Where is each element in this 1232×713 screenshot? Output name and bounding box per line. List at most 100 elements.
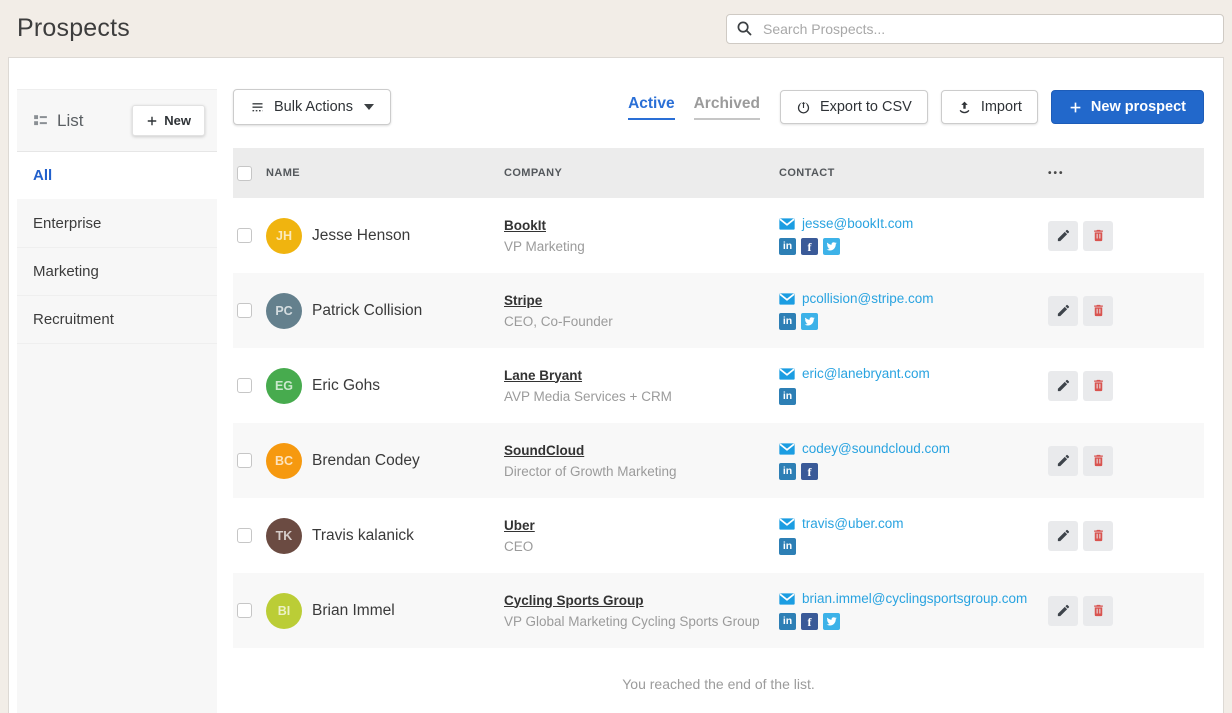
twitter-bird-icon (826, 241, 837, 252)
edit-button[interactable] (1048, 596, 1078, 626)
row-checkbox[interactable] (237, 228, 252, 243)
email-icon (779, 218, 795, 230)
email-link[interactable]: codey@soundcloud.com (802, 441, 950, 456)
avatar-initials: BC (275, 454, 293, 468)
tab-active[interactable]: Active (628, 95, 675, 120)
trash-icon (1091, 378, 1106, 393)
chevron-down-icon (364, 104, 374, 110)
facebook-icon[interactable]: f (801, 238, 818, 255)
edit-button[interactable] (1048, 296, 1078, 326)
social-row: in (779, 313, 1048, 330)
facebook-icon[interactable]: f (801, 463, 818, 480)
edit-button[interactable] (1048, 521, 1078, 551)
avatar: JH (266, 218, 302, 254)
new-list-button[interactable]: New (132, 105, 205, 136)
sidebar-item-enterprise[interactable]: Enterprise (17, 200, 217, 248)
company-link[interactable]: SoundCloud (504, 443, 779, 458)
bulk-actions-icon (250, 100, 265, 115)
prospect-name: Jesse Henson (312, 227, 410, 245)
avatar: PC (266, 293, 302, 329)
column-header-contact: CONTACT (779, 167, 1048, 179)
linkedin-icon[interactable]: in (779, 613, 796, 630)
table-row: TK Travis kalanick Uber CEO travis@uber.… (233, 498, 1204, 573)
tab-archived[interactable]: Archived (694, 95, 760, 120)
company-link[interactable]: Uber (504, 518, 779, 533)
email-link[interactable]: eric@lanebryant.com (802, 366, 930, 381)
row-checkbox[interactable] (237, 453, 252, 468)
email-link[interactable]: travis@uber.com (802, 516, 904, 531)
edit-button[interactable] (1048, 221, 1078, 251)
sidebar-item-recruitment[interactable]: Recruitment (17, 296, 217, 344)
linkedin-icon[interactable]: in (779, 538, 796, 555)
edit-button[interactable] (1048, 371, 1078, 401)
trash-icon (1091, 528, 1106, 543)
new-prospect-button[interactable]: New prospect (1051, 90, 1204, 124)
top-bar: Prospects (0, 0, 1232, 57)
search-input[interactable] (726, 14, 1224, 44)
linkedin-icon[interactable]: in (779, 238, 796, 255)
avatar: BC (266, 443, 302, 479)
twitter-bird-icon (826, 616, 837, 627)
email-icon (779, 593, 795, 605)
twitter-icon[interactable] (823, 238, 840, 255)
email-link[interactable]: jesse@bookIt.com (802, 216, 913, 231)
end-of-list-message: You reached the end of the list. (233, 676, 1204, 692)
edit-button[interactable] (1048, 446, 1078, 476)
row-checkbox[interactable] (237, 303, 252, 318)
email-link[interactable]: brian.immel@cyclingsportsgroup.com (802, 591, 1027, 606)
social-row: inf (779, 463, 1048, 480)
sidebar-item-marketing[interactable]: Marketing (17, 248, 217, 296)
avatar-initials: EG (275, 379, 293, 393)
linkedin-icon[interactable]: in (779, 463, 796, 480)
export-csv-button[interactable]: Export to CSV (780, 90, 928, 124)
delete-button[interactable] (1083, 371, 1113, 401)
prospect-title: CEO, Co-Founder (504, 314, 779, 329)
email-icon (779, 293, 795, 305)
avatar-initials: TK (276, 529, 293, 543)
new-prospect-label: New prospect (1091, 99, 1186, 115)
column-header-name: NAME (266, 167, 504, 179)
email-icon (779, 443, 795, 455)
delete-button[interactable] (1083, 296, 1113, 326)
avatar: EG (266, 368, 302, 404)
sidebar-item-all[interactable]: All (17, 152, 217, 200)
list-title-label: List (57, 111, 83, 131)
row-checkbox[interactable] (237, 603, 252, 618)
email-link[interactable]: pcollision@stripe.com (802, 291, 934, 306)
linkedin-icon[interactable]: in (779, 313, 796, 330)
import-icon (957, 100, 972, 115)
company-link[interactable]: Stripe (504, 293, 779, 308)
bulk-actions-button[interactable]: Bulk Actions (233, 89, 391, 125)
pencil-icon (1056, 303, 1071, 318)
column-options-icon[interactable]: ••• (1048, 168, 1065, 179)
facebook-icon[interactable]: f (801, 613, 818, 630)
avatar: TK (266, 518, 302, 554)
export-csv-label: Export to CSV (820, 99, 912, 115)
import-button[interactable]: Import (941, 90, 1038, 124)
delete-button[interactable] (1083, 446, 1113, 476)
company-link[interactable]: Lane Bryant (504, 368, 779, 383)
twitter-icon[interactable] (823, 613, 840, 630)
toolbar-right: Active Archived Export to CSV (628, 90, 1204, 124)
table-row: PC Patrick Collision Stripe CEO, Co-Foun… (233, 273, 1204, 348)
company-link[interactable]: BookIt (504, 218, 779, 233)
pencil-icon (1056, 378, 1071, 393)
prospect-title: VP Global Marketing Cycling Sports Group (504, 614, 779, 629)
trash-icon (1091, 453, 1106, 468)
email-icon (779, 368, 795, 380)
prospect-name: Patrick Collision (312, 302, 422, 320)
avatar-initials: JH (276, 229, 292, 243)
prospect-name: Travis kalanick (312, 527, 414, 545)
company-link[interactable]: Cycling Sports Group (504, 593, 779, 608)
row-checkbox[interactable] (237, 378, 252, 393)
prospect-title: CEO (504, 539, 779, 554)
delete-button[interactable] (1083, 521, 1113, 551)
sidebar-nav: All Enterprise Marketing Recruitment (17, 152, 217, 344)
select-all-checkbox[interactable] (237, 166, 252, 181)
twitter-icon[interactable] (801, 313, 818, 330)
delete-button[interactable] (1083, 221, 1113, 251)
row-checkbox[interactable] (237, 528, 252, 543)
linkedin-icon[interactable]: in (779, 388, 796, 405)
plus-icon (146, 115, 158, 127)
delete-button[interactable] (1083, 596, 1113, 626)
